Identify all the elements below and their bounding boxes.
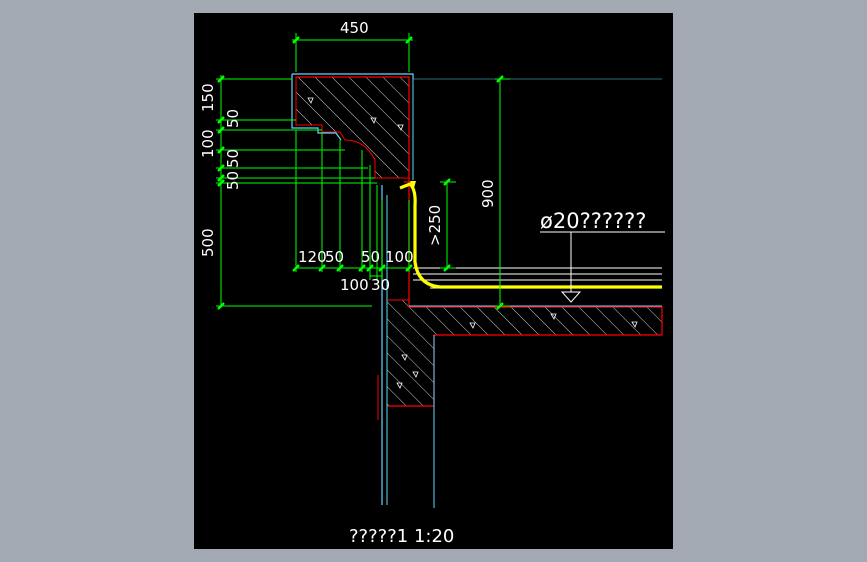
cad-viewer: 450 900 >250 150 50 100 50 50 500 120 50… xyxy=(0,0,867,562)
drawing-caption: ?????1 1:20 xyxy=(349,526,454,547)
dim-left-50a: 50 xyxy=(224,109,242,128)
dim-row-50b: 50 xyxy=(361,248,380,266)
dim-row-120: 120 xyxy=(298,248,327,266)
dim-left-50c: 50 xyxy=(224,171,242,190)
wall-slab-concrete xyxy=(386,299,663,407)
parapet-section-drawing: 450 900 >250 150 50 100 50 50 500 120 50… xyxy=(199,19,665,547)
dim-left-50b: 50 xyxy=(224,149,242,168)
dim-row-100a: 100 xyxy=(385,248,414,266)
dim-min-250: >250 xyxy=(426,205,444,246)
dim-row-50a: 50 xyxy=(325,248,344,266)
dim-left-500: 500 xyxy=(199,228,217,257)
dim-left-100: 100 xyxy=(199,129,217,158)
dim-left-150: 150 xyxy=(199,83,217,112)
elevation-mark-icon xyxy=(560,291,582,303)
dim-row-30: 30 xyxy=(371,276,390,294)
membrane-note: ø20?????? xyxy=(540,209,646,233)
dim-height-900: 900 xyxy=(479,179,497,208)
dim-row-100b: 100 xyxy=(340,276,369,294)
dim-top-width: 450 xyxy=(340,19,369,37)
